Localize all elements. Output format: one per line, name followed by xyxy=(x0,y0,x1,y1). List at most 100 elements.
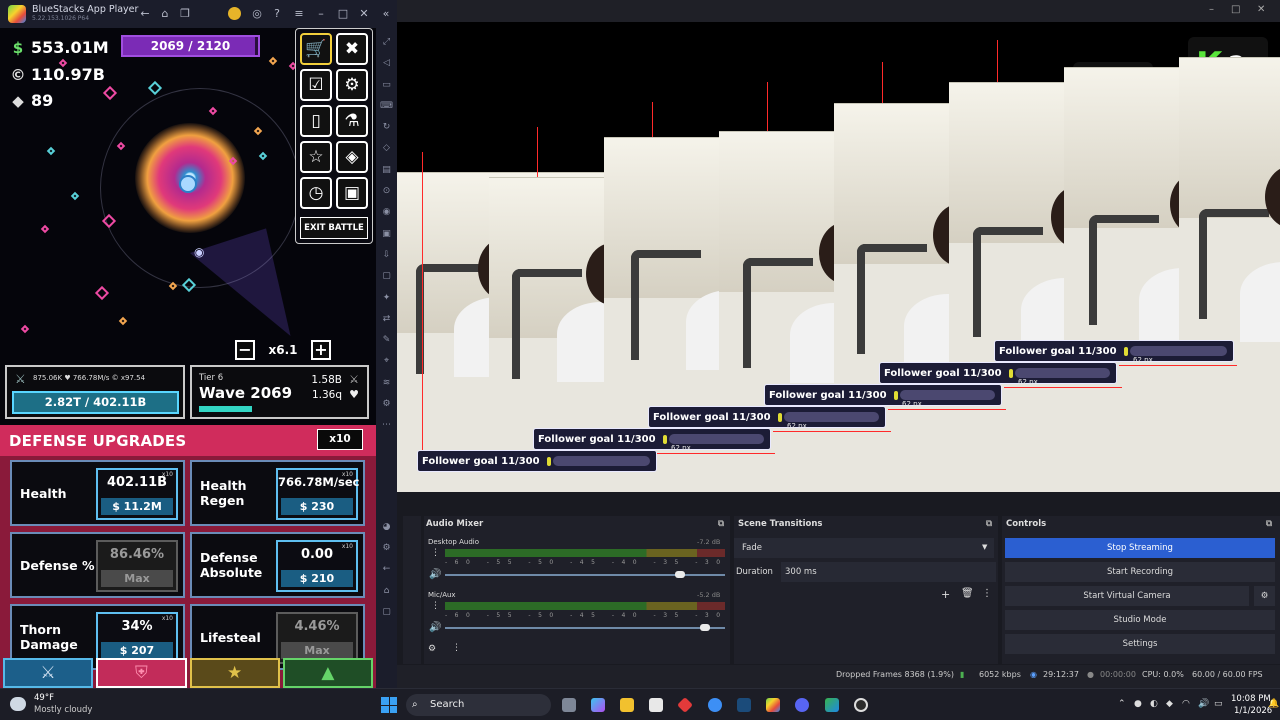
start-recording-button[interactable]: Start Recording xyxy=(1005,562,1275,582)
minimize-icon[interactable]: – xyxy=(314,7,328,21)
speed-increase-button[interactable]: + xyxy=(311,340,331,360)
obs-icon[interactable] xyxy=(854,698,868,712)
obs-titlebar[interactable]: – □ ✕ xyxy=(397,0,1280,22)
collapse-sidebar-icon[interactable]: « xyxy=(379,7,393,21)
undock-icon[interactable]: ⧉ xyxy=(718,516,724,532)
shake-icon[interactable]: ◇ xyxy=(376,138,397,159)
upgrade-buy-button[interactable]: x10 34% $ 207 xyxy=(96,612,178,664)
cards-button[interactable]: ▯ xyxy=(300,105,332,137)
minimize-icon[interactable]: – xyxy=(1209,4,1214,15)
game-viewport[interactable]: $ 553.01M © 110.97B ◆ 89 2069 / 2120 ◉ 🛒… xyxy=(0,28,376,688)
recent-apps-icon[interactable]: ▢ xyxy=(376,602,397,623)
settings-icon[interactable]: ⚙ xyxy=(376,394,397,415)
more-icon[interactable]: ⋮ xyxy=(452,643,461,653)
location-icon[interactable]: ⌖ xyxy=(376,351,397,372)
discord-icon[interactable]: ◕ xyxy=(376,517,397,538)
edge-icon[interactable] xyxy=(825,698,839,712)
menu-icon[interactable]: ≡ xyxy=(292,7,306,21)
taskbar-search[interactable]: Search xyxy=(406,694,551,716)
history-button[interactable]: ◷ xyxy=(300,177,332,209)
back-nav-icon[interactable]: ← xyxy=(376,559,397,580)
chevron-up-icon[interactable]: ⌃ xyxy=(1118,699,1126,709)
add-icon[interactable]: + xyxy=(941,588,950,601)
copilot-icon[interactable] xyxy=(591,698,605,712)
settings-button[interactable]: ⚙ xyxy=(336,69,368,101)
task-view-icon[interactable] xyxy=(562,698,576,712)
upgrade-buy-button[interactable]: 4.46% Max xyxy=(276,612,358,664)
notification-icon[interactable]: 🔔 xyxy=(1268,699,1279,709)
close-icon[interactable]: ✕ xyxy=(1257,4,1265,15)
upgrade-buy-button[interactable]: x10 402.11B $ 11.2M xyxy=(96,468,178,520)
cloud-icon[interactable] xyxy=(10,697,26,711)
clock-date[interactable]: 1/1/2026 xyxy=(1234,706,1272,716)
gear-icon[interactable]: ⚙ xyxy=(428,644,436,654)
undock-icon[interactable]: ⧉ xyxy=(986,516,992,532)
folder-icon[interactable]: ▢ xyxy=(376,266,397,287)
stop-streaming-button[interactable]: Stop Streaming xyxy=(1005,538,1275,558)
virtual-camera-settings-button[interactable]: ⚙ xyxy=(1254,586,1275,606)
obs-preview[interactable]: K2K2Follower goal 11/30062 pxFollower go… xyxy=(397,22,1280,492)
globe-icon[interactable] xyxy=(708,698,722,712)
record-icon[interactable]: ◉ xyxy=(376,202,397,223)
tab-utility[interactable]: ★ xyxy=(189,658,280,688)
tab-ultimate[interactable]: ▲ xyxy=(282,658,373,688)
track-menu-icon[interactable]: ⋮ xyxy=(431,548,440,558)
upgrade-buy-button[interactable]: x10 0.00 $ 210 xyxy=(276,540,358,592)
maximize-icon[interactable]: □ xyxy=(336,7,350,21)
home-icon[interactable]: ⌂ xyxy=(158,7,172,21)
steam-icon[interactable] xyxy=(737,698,751,712)
chevron-down-icon[interactable]: ▼ xyxy=(982,543,987,551)
weather-desc[interactable]: Mostly cloudy xyxy=(34,705,92,715)
macro-icon[interactable]: ▤ xyxy=(376,160,397,181)
tray-app-icon[interactable]: ● xyxy=(1134,699,1142,709)
volume-icon[interactable]: 🔊 xyxy=(1198,699,1209,709)
upgrade-buy-button[interactable]: 86.46% Max xyxy=(96,540,178,592)
weather-temp[interactable]: 49°F xyxy=(34,693,54,703)
volume-slider[interactable] xyxy=(445,627,725,629)
maximize-icon[interactable]: □ xyxy=(1231,4,1240,15)
back-icon[interactable]: ← xyxy=(138,7,152,21)
volume-slider-knob[interactable] xyxy=(700,624,711,631)
gear-icon[interactable]: ⚙ xyxy=(376,538,397,559)
track-menu-icon[interactable]: ⋮ xyxy=(431,601,440,611)
star-button[interactable]: ☆ xyxy=(300,141,332,173)
more-icon[interactable]: ⋮ xyxy=(982,588,992,599)
account-icon[interactable]: ◎ xyxy=(250,7,264,21)
studio-mode-button[interactable]: Studio Mode xyxy=(1005,610,1275,630)
lab-button[interactable]: ⚗ xyxy=(336,105,368,137)
wifi-icon[interactable]: ◠ xyxy=(1182,699,1190,709)
discord-icon[interactable] xyxy=(795,698,809,712)
store-icon[interactable] xyxy=(649,698,663,712)
transition-select[interactable]: Fade xyxy=(734,538,994,558)
missions-button[interactable]: ☑ xyxy=(300,69,332,101)
tray-app-icon[interactable]: ◐ xyxy=(1150,699,1158,709)
screen-icon[interactable]: ▭ xyxy=(376,75,397,96)
speaker-icon[interactable]: 🔊 xyxy=(429,569,441,580)
coin-icon[interactable] xyxy=(228,7,241,20)
multi-window-icon[interactable]: ❐ xyxy=(178,7,192,21)
keyboard-icon[interactable]: ⌨ xyxy=(376,96,397,117)
tab-defense[interactable]: ⛨ xyxy=(96,658,187,688)
help-icon[interactable]: ? xyxy=(270,7,284,21)
bluestacks-taskbar-icon[interactable] xyxy=(766,698,780,712)
start-virtual-camera-button[interactable]: Start Virtual Camera xyxy=(1005,586,1249,606)
battery-icon[interactable]: ▭ xyxy=(1214,699,1223,709)
eye-icon[interactable]: ◉ xyxy=(194,245,204,259)
install-apk-icon[interactable]: ⇩ xyxy=(376,245,397,266)
home-nav-icon[interactable]: ⌂ xyxy=(376,581,397,602)
settings-button[interactable]: Settings xyxy=(1005,634,1275,654)
app-red-icon[interactable] xyxy=(677,697,693,713)
tab-attack[interactable]: ⚔ xyxy=(3,658,94,688)
media-icon[interactable]: ▣ xyxy=(376,224,397,245)
clock-time[interactable]: 10:08 PM xyxy=(1231,694,1271,704)
fullscreen-icon[interactable]: ⤢ xyxy=(376,32,397,53)
more-icon[interactable]: ⋯ xyxy=(376,415,397,436)
sync-icon[interactable]: ⇄ xyxy=(376,309,397,330)
close-menu-button[interactable]: ✖ xyxy=(336,33,368,65)
tray-app-icon[interactable]: ◆ xyxy=(1166,699,1173,709)
volume-slider-knob[interactable] xyxy=(675,571,686,578)
speaker-icon[interactable]: 🔊 xyxy=(429,622,441,633)
rotate-icon[interactable]: ↻ xyxy=(376,117,397,138)
eco-icon[interactable]: ✦ xyxy=(376,288,397,309)
file-explorer-icon[interactable] xyxy=(620,698,634,712)
